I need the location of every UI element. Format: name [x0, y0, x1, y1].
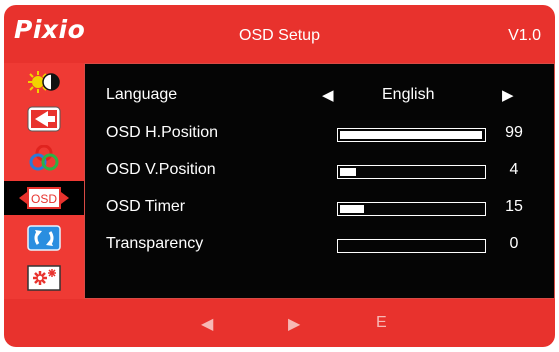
footer-right-button[interactable]: ▶ — [288, 314, 300, 334]
transparency-row[interactable]: Transparency 0 — [85, 226, 555, 262]
footer-exit-button[interactable]: E — [376, 314, 387, 332]
osd-window: Pixio OSD Setup V1.0 OSD Language ◀ Engl… — [4, 5, 555, 347]
osd-icon-label: OSD — [31, 192, 57, 206]
transparency-slider[interactable] — [337, 239, 486, 253]
settings-panel: Language ◀ English ▶ OSD H.Position 99 O… — [84, 63, 555, 299]
sidebar-menu: OSD — [4, 63, 84, 299]
osd-v-position-fill — [340, 168, 356, 176]
osd-h-position-value: 99 — [505, 124, 523, 141]
osd-header: Pixio OSD Setup V1.0 — [4, 5, 555, 63]
language-label: Language — [106, 86, 178, 103]
sidebar-item-color[interactable] — [4, 141, 84, 175]
osd-v-position-label: OSD V.Position — [106, 161, 216, 178]
osd-v-position-value: 4 — [509, 161, 519, 178]
sidebar-item-misc[interactable] — [4, 261, 84, 295]
osd-footer: ◀ ▶ E — [4, 299, 555, 347]
version-label: V1.0 — [508, 27, 541, 44]
osd-h-position-row[interactable]: OSD H.Position 99 — [85, 115, 555, 151]
osd-v-position-row[interactable]: OSD V.Position 4 — [85, 152, 555, 188]
osd-timer-slider[interactable] — [337, 202, 486, 216]
osd-timer-fill — [340, 205, 364, 213]
language-row[interactable]: Language ◀ English ▶ — [85, 77, 555, 113]
footer-left-button[interactable]: ◀ — [201, 314, 213, 334]
sidebar-item-image[interactable] — [4, 102, 84, 136]
language-value: English — [382, 86, 435, 103]
transparency-value: 0 — [509, 235, 519, 252]
transparency-label: Transparency — [106, 235, 204, 252]
image-position-icon — [27, 106, 61, 132]
osd-timer-row[interactable]: OSD Timer 15 — [85, 189, 555, 225]
osd-v-position-slider[interactable] — [337, 165, 486, 179]
osd-timer-label: OSD Timer — [106, 198, 186, 215]
sidebar-item-brightness-contrast[interactable] — [4, 65, 84, 99]
osd-h-position-slider[interactable] — [337, 128, 486, 142]
reset-arrows-icon — [27, 225, 61, 251]
osd-h-position-label: OSD H.Position — [106, 124, 219, 141]
osd-icon: OSD — [19, 187, 69, 209]
language-next-arrow[interactable]: ▶ — [502, 86, 514, 104]
osd-h-position-fill — [340, 131, 482, 139]
sun-contrast-icon — [28, 71, 60, 93]
rgb-color-icon — [29, 145, 59, 171]
language-prev-arrow[interactable]: ◀ — [322, 86, 334, 104]
misc-settings-icon — [27, 265, 61, 291]
sidebar-item-reset[interactable] — [4, 221, 84, 255]
sidebar-item-osd-setup[interactable]: OSD — [4, 181, 84, 215]
menu-title: OSD Setup — [239, 27, 320, 44]
osd-timer-value: 15 — [505, 198, 523, 215]
